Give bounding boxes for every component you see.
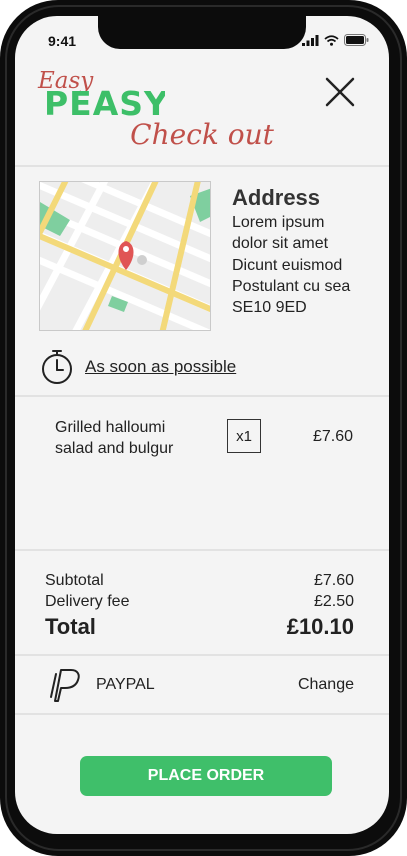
change-payment-link[interactable]: Change <box>298 676 354 694</box>
subtotal-label: Subtotal <box>45 572 104 589</box>
battery-icon <box>344 34 369 46</box>
page-title: Check out <box>130 118 274 151</box>
delivery-fee-value: £2.50 <box>313 593 354 610</box>
delivery-fee-label: Delivery fee <box>45 593 130 610</box>
payment-method: PAYPAL <box>96 676 155 693</box>
total-value: £10.10 <box>286 614 354 639</box>
address-line: Lorem ipsum <box>232 214 325 231</box>
order-item-name: Grilled halloumi salad and bulgur <box>55 417 225 459</box>
signal-icon <box>302 34 319 46</box>
divider <box>15 549 389 551</box>
delivery-time-link[interactable]: As soon as possible <box>85 357 236 377</box>
order-item-name-line: salad and bulgur <box>55 440 174 457</box>
delivery-time-row[interactable]: As soon as possible <box>41 349 236 385</box>
divider <box>15 654 389 656</box>
address-heading: Address <box>232 185 321 210</box>
quantity-box[interactable]: x1 <box>227 419 261 453</box>
order-item-name-line: Grilled halloumi <box>55 419 166 436</box>
screen: 9:41 Easy PEASY Check out Address Lorem … <box>15 16 389 834</box>
divider <box>15 395 389 397</box>
stopwatch-icon <box>42 350 72 384</box>
address-line: Dicunt euismod <box>232 257 343 274</box>
paypal-icon <box>50 669 80 702</box>
map-graphic <box>40 182 210 330</box>
total-label: Total <box>45 614 96 639</box>
address-line: SE10 9ED <box>232 299 307 316</box>
address-line: dolor sit amet <box>232 235 329 252</box>
wifi-icon <box>324 34 339 46</box>
subtotal-value: £7.60 <box>313 572 354 589</box>
status-icons <box>302 34 369 46</box>
phone-frame: 9:41 Easy PEASY Check out Address Lorem … <box>0 0 407 856</box>
order-item-price: £7.60 <box>312 428 353 445</box>
close-icon[interactable] <box>318 70 362 114</box>
easy-peasy-logo: Easy PEASY <box>37 68 165 118</box>
address-line: Postulant cu sea <box>232 278 351 295</box>
logo-peasy-text: PEASY <box>44 84 165 118</box>
delivery-map[interactable] <box>39 181 211 331</box>
divider <box>15 165 389 167</box>
phone-notch <box>98 16 306 49</box>
status-time: 9:41 <box>48 33 77 49</box>
divider <box>15 713 389 715</box>
place-order-button[interactable]: PLACE ORDER <box>80 756 332 796</box>
